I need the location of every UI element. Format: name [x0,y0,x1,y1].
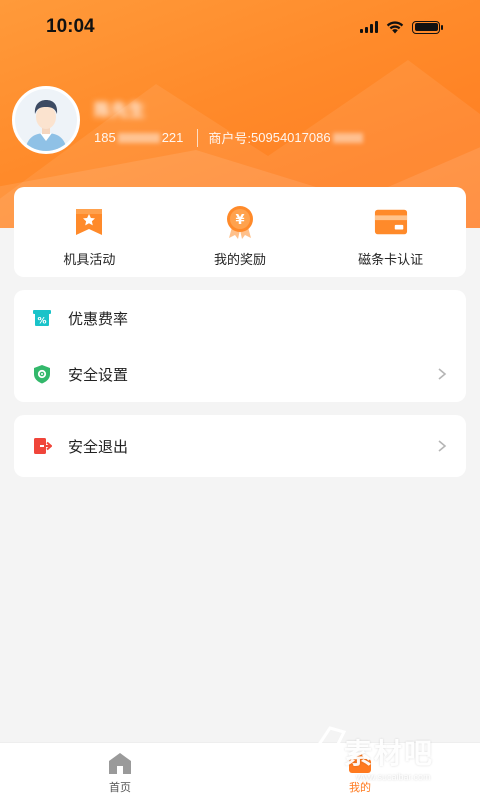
quick-action-card-verify[interactable]: 磁条卡认证 [315,187,466,277]
wifi-icon [386,20,404,33]
activity-flag-icon [72,205,106,239]
quick-action-rewards[interactable]: ¥ 我的奖励 [165,187,316,277]
cellular-signal-icon [360,21,378,33]
menu-item-discount-rate[interactable]: % 优惠费率 [14,290,466,346]
tab-home[interactable]: 首页 [0,743,240,800]
status-icons [360,20,443,34]
avatar[interactable] [12,86,80,154]
chevron-right-icon [438,368,447,380]
watermark-text: 素材吧 [344,737,435,770]
home-icon [109,753,131,774]
info-divider [197,128,199,147]
watermark-logo-icon [311,726,347,782]
quick-action-label: 我的奖励 [214,253,267,268]
menu-card-logout: 安全退出 [14,415,466,477]
chevron-right-icon [438,440,447,452]
menu-item-security-settings[interactable]: 安全设置 [14,346,466,402]
tab-label: 首页 [109,781,131,794]
merchant-number: 50954017086 [251,130,331,145]
quick-action-label: 机具活动 [63,253,116,268]
svg-text:¥: ¥ [235,213,244,228]
menu-item-label: 优惠费率 [68,309,129,328]
phone-suffix: 221 [161,130,184,145]
phone-prefix: 185 [94,130,116,145]
status-time: 10:04 [46,16,95,37]
reward-medal-icon: ¥ [223,205,257,239]
merchant-masked [332,132,363,143]
watermark-url: www.sucaibar.com [356,772,431,782]
menu-card-settings: % 优惠费率 安全设置 [14,290,466,402]
menu-item-label: 安全设置 [68,365,129,384]
quick-action-activity[interactable]: 机具活动 [14,187,165,277]
card-icon [374,205,408,239]
phone-masked [117,132,160,143]
shield-icon [32,364,52,384]
logout-icon [32,436,52,456]
discount-rate-icon: % [32,308,52,328]
user-name: 陈先生 [94,101,145,121]
user-avatar-icon [15,89,77,151]
watermark: 素材吧 www.sucaibar.com [302,726,462,792]
menu-item-label: 安全退出 [68,437,129,456]
quick-actions-card: 机具活动 ¥ 我的奖励 磁条卡认证 [14,187,466,277]
svg-text:%: % [37,317,46,327]
user-info-line: 185 221 商户号: 50954017086 [94,128,363,147]
menu-item-logout[interactable]: 安全退出 [14,415,466,477]
quick-action-label: 磁条卡认证 [358,253,424,268]
battery-icon [412,20,443,34]
status-bar: 10:04 [0,0,480,54]
merchant-label: 商户号: [208,131,252,146]
